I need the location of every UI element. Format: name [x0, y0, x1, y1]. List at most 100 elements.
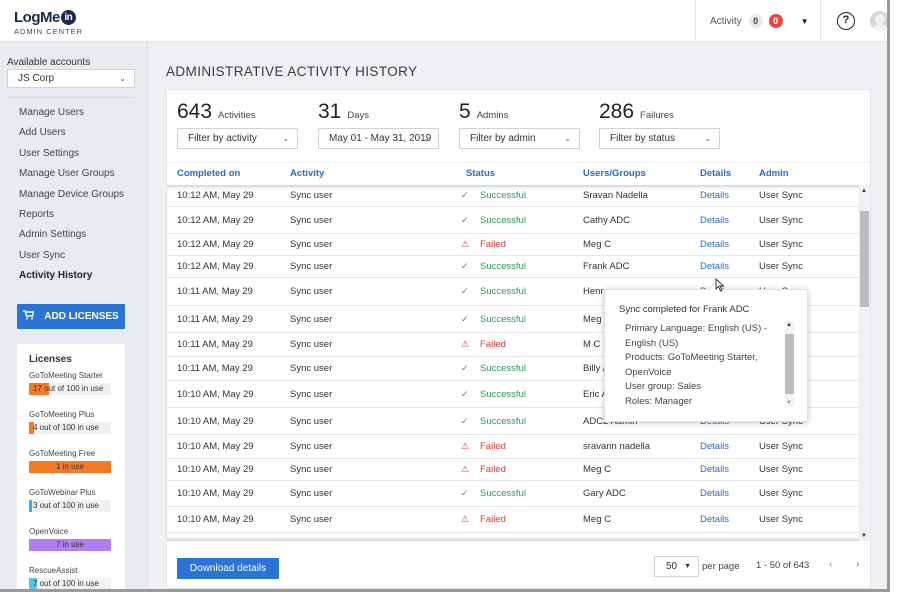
table-row[interactable]: 10:10 AM, May 29 Sync user ⚠ Failed Meg C Det…: [167, 507, 859, 533]
details-link[interactable]: Details: [700, 514, 729, 525]
completed-on-cell: 10:12 AM, May 29: [177, 239, 254, 250]
filter-days-select[interactable]: May 01 - May 31, 2019 ⌄: [318, 128, 439, 149]
license-item: GoToWebinar Plus 3 out of 100 in use: [29, 488, 125, 512]
sidebar-item-reports[interactable]: Reports: [19, 208, 124, 228]
activity-cell: Sync user: [290, 441, 333, 452]
status-text: Successful: [480, 286, 526, 297]
license-usage-bar: 7 out of 100 in use: [29, 578, 111, 589]
user-cell: Meg C: [583, 464, 611, 475]
check-icon: ✓: [461, 363, 469, 373]
sidebar-item-manage-device-groups[interactable]: Manage Device Groups: [19, 188, 124, 208]
details-link[interactable]: Details: [700, 464, 729, 475]
activity-label: Activity: [710, 15, 742, 27]
stat-admins: 5 Admins: [459, 100, 508, 124]
previous-page-icon[interactable]: ‹: [829, 559, 832, 570]
stat-number: 286: [599, 100, 635, 123]
download-details-button[interactable]: Download details: [177, 558, 279, 579]
scroll-up-arrow-icon[interactable]: ▲: [861, 188, 867, 194]
admin-cell: User Sync: [759, 514, 803, 525]
sidebar-divider: [7, 97, 135, 98]
caret-down-icon: ▼: [684, 563, 691, 570]
activity-menu[interactable]: Activity 0 0 ▼: [695, 0, 821, 42]
caret-down-icon[interactable]: ▼: [801, 17, 809, 26]
per-page-value: 50: [666, 561, 678, 572]
status-text: Successful: [480, 314, 526, 325]
details-link[interactable]: Details: [700, 441, 729, 452]
column-header-activity[interactable]: Activity: [290, 168, 324, 179]
sidebar-item-activity-history[interactable]: Activity History: [19, 269, 124, 289]
user-cell: Cathy ADC: [583, 215, 630, 226]
sidebar-item-add-users[interactable]: Add Users: [19, 126, 124, 146]
activity-cell: Sync user: [290, 416, 333, 427]
table-row[interactable]: 10:12 AM, May 29 Sync user ✓ Successful Srav…: [167, 185, 859, 207]
tooltip-line: Primary Language: English (US) - English…: [625, 323, 768, 349]
details-link[interactable]: Details: [700, 261, 729, 272]
top-bar: LogMe in ADMIN CENTER Activity 0 0 ▼ ?: [0, 0, 887, 42]
page-title: ADMINISTRATIVE ACTIVITY HISTORY: [166, 64, 418, 79]
tooltip-title: Sync completed for Frank ADC: [619, 304, 750, 315]
scroll-down-arrow-icon[interactable]: ▼: [861, 533, 867, 539]
status-text: Failed: [480, 464, 506, 475]
details-link[interactable]: Details: [700, 239, 729, 250]
license-usage-bar: 4 out of 100 in use: [29, 422, 111, 434]
user-cell: Meg C: [583, 239, 611, 250]
next-page-icon[interactable]: ›: [856, 559, 859, 570]
logo-in-badge: in: [60, 10, 76, 25]
sidebar-item-user-settings[interactable]: User Settings: [19, 147, 124, 167]
logo-subtitle: ADMIN CENTER: [14, 27, 84, 36]
filter-activities-select[interactable]: Filter by activity ⌄: [177, 128, 298, 149]
scroll-down-arrow-icon[interactable]: ▼: [786, 400, 792, 406]
help-icon[interactable]: ?: [837, 12, 855, 30]
completed-on-cell: 10:10 AM, May 29: [177, 488, 254, 499]
add-licenses-label: ADD LICENSES: [44, 311, 119, 322]
table-row[interactable]: 10:12 AM, May 29 Sync user ⚠ Failed Meg C Det…: [167, 234, 859, 256]
chevron-down-icon: ⌄: [282, 134, 289, 143]
sidebar-item-manage-users[interactable]: Manage Users: [19, 106, 124, 126]
warning-icon: ⚠: [461, 464, 470, 474]
table-scrollbar[interactable]: ▲ ▼: [859, 185, 870, 541]
license-usage-bar: 3 out of 100 in use: [29, 500, 111, 512]
filter-failures-select[interactable]: Filter by status ⌄: [599, 128, 720, 149]
license-usage-text: 7 in use: [55, 540, 85, 549]
chevron-down-icon: ⌄: [423, 134, 430, 143]
column-header-completed-on[interactable]: Completed on: [177, 168, 240, 179]
add-licenses-button[interactable]: ADD LICENSES: [17, 304, 125, 329]
tooltip-scroll-thumb[interactable]: [785, 334, 794, 394]
licenses-title: Licenses: [29, 354, 72, 365]
user-avatar[interactable]: [870, 11, 887, 31]
account-select[interactable]: JS Corp ⌄: [7, 69, 135, 88]
table-row[interactable]: 10:10 AM, May 29 Sync user ⚠ Failed Meg C Det…: [167, 459, 859, 481]
scroll-thumb[interactable]: [860, 211, 869, 307]
license-usage-text: 4 out of 100 in use: [33, 423, 99, 432]
stat-days: 31 Days: [318, 100, 369, 124]
sidebar-item-admin-settings[interactable]: Admin Settings: [19, 228, 124, 248]
check-icon: ✓: [461, 261, 469, 271]
app-window: LogMe in ADMIN CENTER Activity 0 0 ▼ ? Av…: [0, 0, 890, 592]
user-cell: Gary ADC: [583, 488, 626, 499]
column-header-users-groups[interactable]: Users/Groups: [583, 168, 646, 179]
sidebar-item-user-sync[interactable]: User Sync: [19, 249, 124, 269]
tooltip-scrollbar[interactable]: ▲ ▼: [785, 322, 794, 406]
stats-row: 643 Activities Filter by activity ⌄ 31 Days Ma…: [177, 100, 737, 160]
column-header-details[interactable]: Details: [700, 168, 731, 179]
table-row[interactable]: 10:10 AM, May 29 Sync user ⚠ Failed sravann …: [167, 435, 859, 459]
filter-admins-select[interactable]: Filter by admin ⌄: [459, 128, 580, 149]
stat-failures: 286 Failures: [599, 100, 674, 124]
details-link[interactable]: Details: [700, 190, 729, 201]
details-link[interactable]: Details: [700, 488, 729, 499]
column-header-status[interactable]: Status: [466, 168, 495, 179]
table-row[interactable]: 10:12 AM, May 29 Sync user ✓ Successful Fran…: [167, 256, 859, 278]
tooltip-line: Roles: Manager: [625, 395, 693, 406]
table-row[interactable]: 10:10 AM, May 29 Sync user ✓ Successful Gary…: [167, 481, 859, 507]
per-page-select[interactable]: 50 ▼: [654, 556, 699, 577]
column-header-admin[interactable]: Admin: [759, 168, 789, 179]
table-row[interactable]: 10:12 AM, May 29 Sync user ✓ Successful Cath…: [167, 207, 859, 234]
sidebar-item-manage-user-groups[interactable]: Manage User Groups: [19, 167, 124, 187]
license-name: RescueAssist: [29, 566, 78, 575]
filter-value: Filter by status: [610, 133, 676, 144]
status-cell: ✓ Successful: [461, 416, 526, 427]
details-link[interactable]: Details: [700, 215, 729, 226]
logmein-logo[interactable]: LogMe in ADMIN CENTER: [14, 9, 83, 36]
admin-cell: User Sync: [759, 190, 803, 201]
scroll-up-arrow-icon[interactable]: ▲: [786, 322, 792, 328]
